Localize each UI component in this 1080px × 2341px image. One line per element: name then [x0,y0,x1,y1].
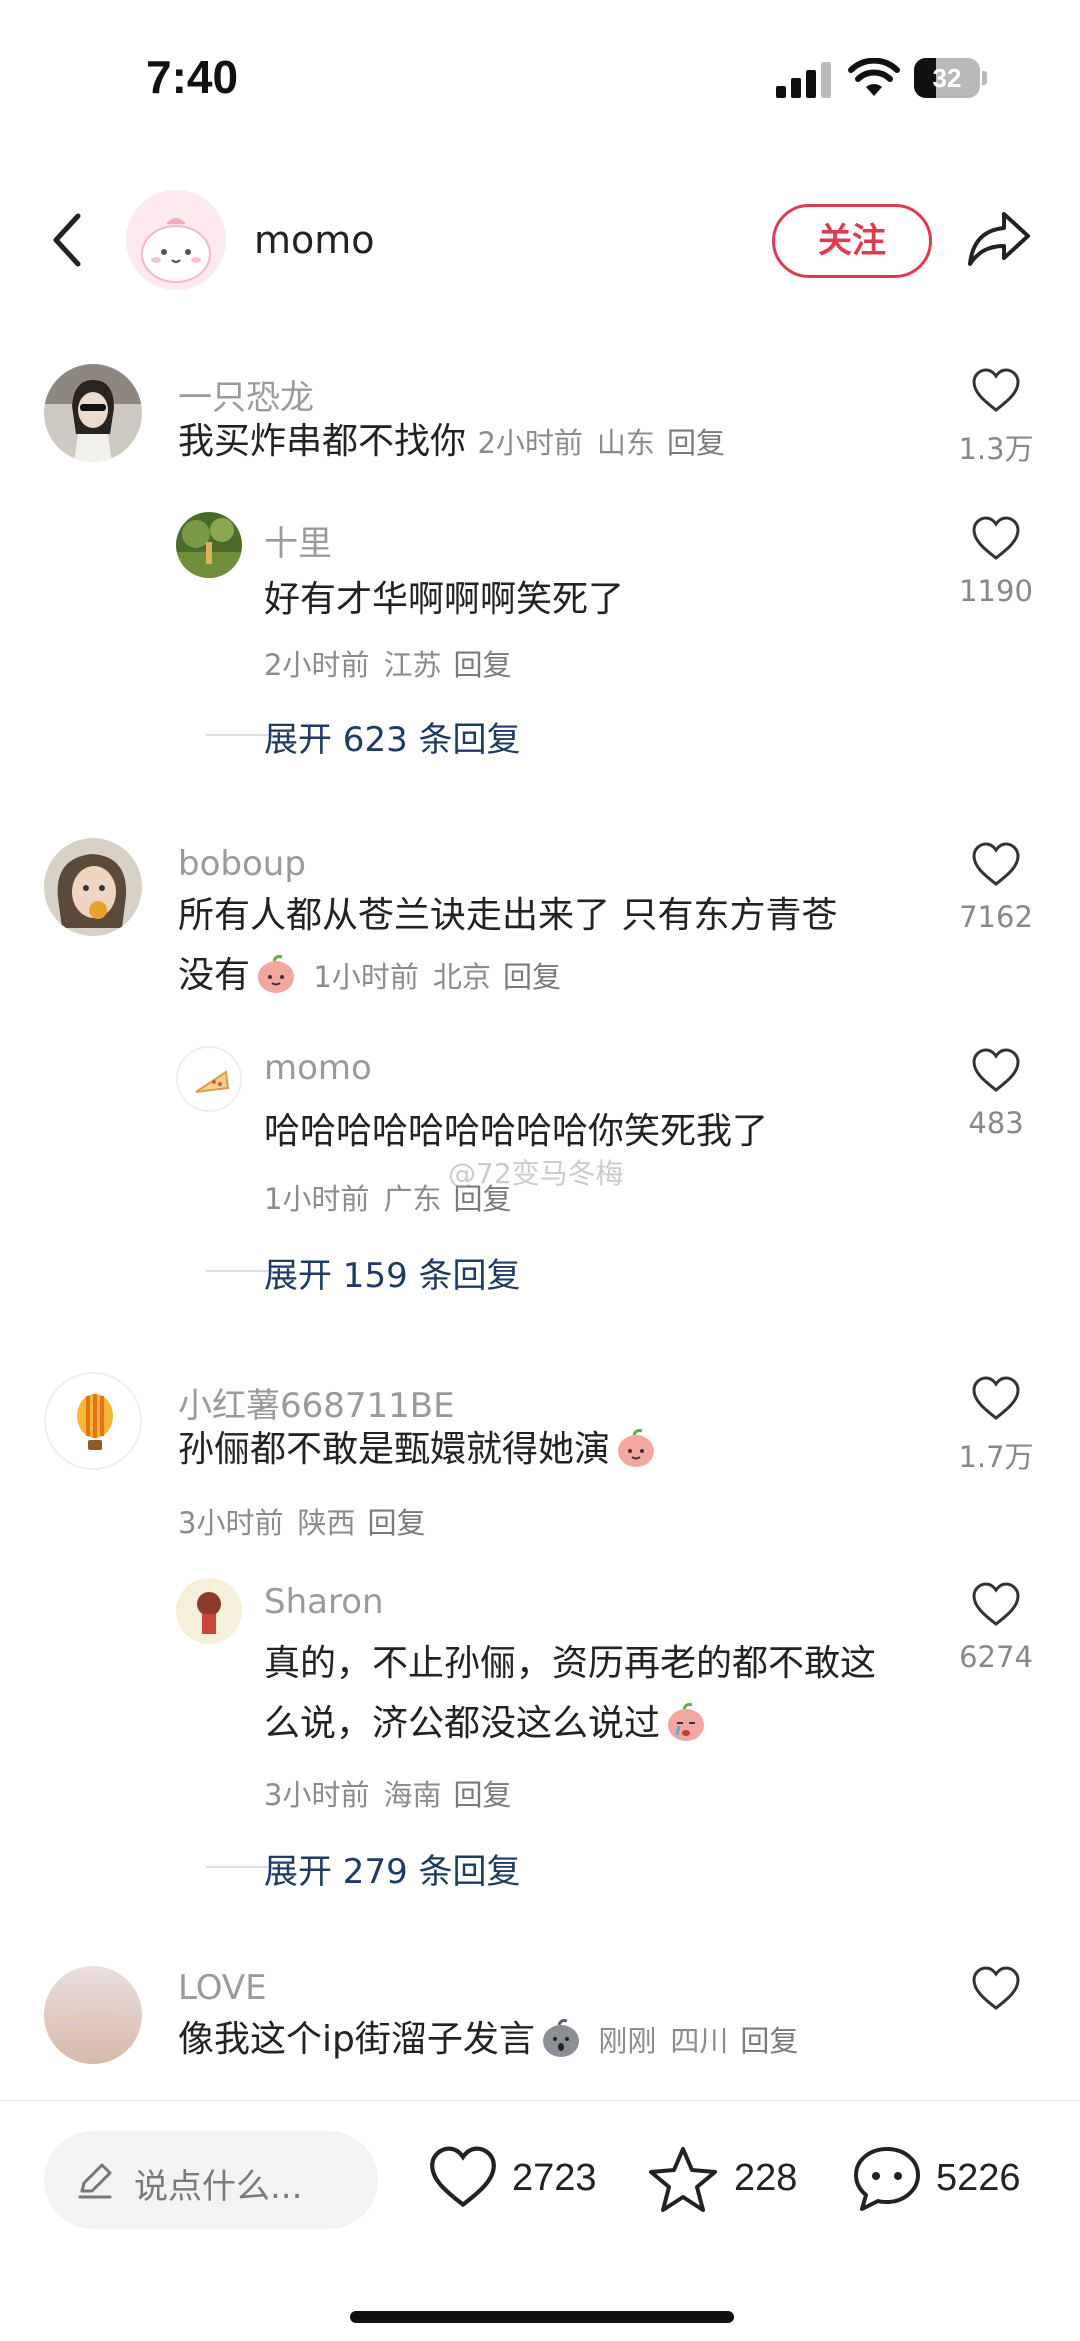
heart-icon [972,1376,1020,1420]
peach-emoji-icon [258,955,295,993]
like-post-button[interactable]: 2723 [428,2141,608,2221]
divider [206,734,272,736]
heart-icon [972,516,1020,560]
reply-username[interactable]: momo [264,1048,372,1088]
like-button[interactable]: 1.3万 [936,368,1056,468]
divider [206,1866,272,1868]
heart-icon [972,368,1020,412]
follow-button[interactable]: 关注 [772,204,932,278]
like-count: 2723 [512,2157,597,2199]
post-header: momo 关注 [0,180,1080,300]
crying-peach-emoji-icon [668,1703,705,1741]
avatar[interactable] [176,512,242,578]
avatar[interactable] [176,1578,242,1644]
like-button[interactable]: 1190 [936,516,1056,608]
comment-username[interactable]: boboup [178,844,306,884]
comment-count: 5226 [936,2157,1021,2199]
watermark: @72变马冬梅 [448,1157,624,1190]
like-button[interactable] [936,1966,1056,2012]
reply-link[interactable]: 回复 [503,960,561,994]
reply-link[interactable]: 回复 [367,1506,425,1540]
status-time: 7:40 [146,51,239,103]
comment-meta: 刚刚 四川 回复 [598,2024,799,2058]
star-icon [649,2147,717,2212]
reply-username[interactable]: Sharon [264,1582,384,1622]
heart-icon [972,1048,1020,1092]
like-count: 1.3万 [958,432,1034,466]
avatar[interactable] [176,1046,242,1112]
author-avatar[interactable] [126,190,226,290]
like-count: 1.7万 [958,1440,1034,1474]
expand-replies-button[interactable]: 展开 623 条回复 [206,712,964,760]
like-count: 483 [968,1106,1024,1140]
reply-meta: 3小时前 海南 回复 [264,1778,512,1812]
comment-username[interactable]: LOVE [178,1968,267,2008]
divider [206,1270,272,1272]
heart-icon [972,842,1020,886]
author-name[interactable]: momo [254,218,375,262]
reply-meta: 2小时前 江苏 回复 [264,648,512,682]
like-button[interactable]: 483 [936,1048,1056,1140]
comment-input[interactable]: 说点什么... [44,2131,378,2229]
like-button[interactable]: 1.7万 [936,1376,1056,1476]
heart-icon [972,1582,1020,1626]
comment-text: 像我这个ip街溜子发言 刚刚 四川 回复 [178,2010,798,2071]
battery-level: 32 [932,63,962,93]
expand-replies-button[interactable]: 展开 279 条回复 [206,1844,964,1892]
comment-meta: 1小时前 北京 回复 [313,960,561,994]
expand-replies-button[interactable]: 展开 159 条回复 [206,1248,964,1296]
avatar[interactable] [44,1966,142,2064]
cellular-signal-icon [776,62,831,98]
heart-icon [430,2146,496,2208]
like-button[interactable]: 6274 [936,1582,1056,1674]
comment-meta: 2小时前 山东 回复 [477,426,725,460]
comment-text: 孙俪都不敢是甄嬛就得她演 [178,1420,662,1480]
reply-username[interactable]: 十里 [264,516,332,565]
wifi-icon [848,58,900,96]
reply-text: 真的，不止孙俪，资历再老的都不敢这 么说，济公都没这么说过 [264,1643,877,1744]
status-bar: 7:40 32 [0,0,1080,150]
home-indicator[interactable] [350,2311,734,2323]
share-arrow-icon[interactable] [966,208,1032,270]
avatar[interactable] [44,1372,142,1470]
like-count: 7162 [959,900,1033,934]
like-count: 6274 [959,1640,1033,1674]
reply-link[interactable]: 回复 [453,648,511,682]
shocked-emoji-icon [542,2019,579,2057]
reply-link[interactable]: 回复 [453,1778,511,1812]
reply-link[interactable]: 回复 [667,426,725,460]
battery-icon: 32 [914,58,987,98]
comment-text: 所有人都从苍兰诀走出来了 只有东方青苍 没有 1小时前 北京 回复 [178,895,838,996]
collect-count: 228 [734,2157,798,2199]
avatar[interactable] [44,364,142,462]
chevron-left-icon[interactable] [46,210,86,270]
reply-text: 好有才华啊啊啊笑死了 [264,579,625,620]
comment-button[interactable]: 5226 [852,2141,1052,2221]
like-button[interactable]: 7162 [936,842,1056,934]
bottom-action-bar: 说点什么... 2723 228 5226 [0,2100,1080,2341]
reply-link[interactable]: 回复 [740,2024,798,2058]
comment-text: 我买炸串都不找你 2小时前 山东 回复 [178,421,725,462]
avatar[interactable] [44,838,142,936]
like-count: 1190 [959,574,1033,608]
comment-input-placeholder: 说点什么... [134,2167,303,2207]
peach-emoji-icon [618,1429,655,1467]
comment-meta: 3小时前 陕西 回复 [178,1506,426,1540]
heart-icon [972,1966,1020,2010]
comment-bubble-icon [854,2147,920,2211]
pencil-icon [78,2163,112,2199]
collect-button[interactable]: 228 [648,2141,818,2221]
